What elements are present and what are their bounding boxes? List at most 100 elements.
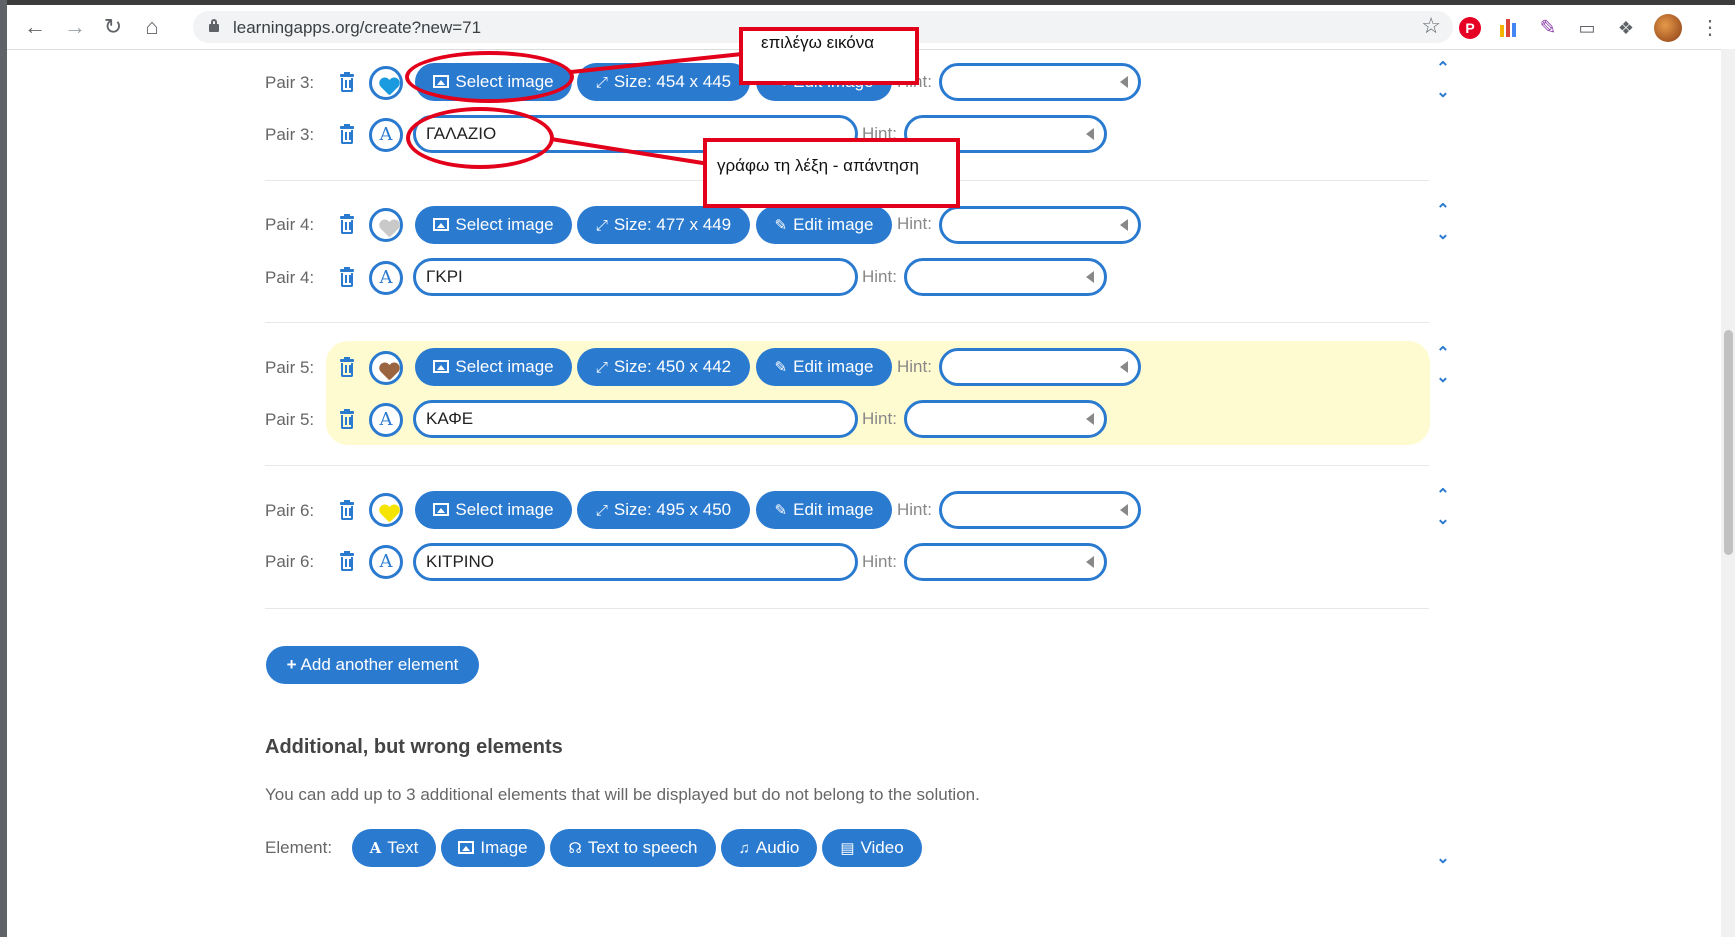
add-element-label: Add another element	[300, 655, 459, 674]
scrollbar-thumb[interactable]	[1724, 330, 1733, 555]
image-type-toggle[interactable]	[369, 208, 403, 242]
edit-image-button[interactable]: ✎ Edit image	[756, 206, 892, 244]
plus-icon: +	[286, 655, 297, 674]
annotation-write-word-note: γράφω τη λέξη - απάντηση	[703, 138, 960, 208]
headphones-icon: ☊	[568, 840, 582, 857]
select-image-button[interactable]: Select image	[415, 206, 572, 244]
screen: ← → ↻ ⌂ learningapps.org/create?new=71 ☆…	[0, 0, 1735, 937]
edit-image-label: Edit image	[793, 500, 874, 519]
image-type-toggle[interactable]	[369, 66, 403, 100]
image-type-toggle[interactable]	[369, 351, 403, 385]
heart-image-icon	[379, 220, 399, 236]
add-element-button[interactable]: + Add another element	[266, 646, 479, 684]
collapse-chevron-icon[interactable]: ⌄	[1433, 848, 1453, 868]
hint-label: Hint:	[897, 357, 932, 376]
text-a-icon: A	[379, 409, 393, 430]
move-up-chevron-icon[interactable]: ⌃	[1433, 58, 1453, 78]
speaker-icon[interactable]	[1120, 219, 1128, 231]
divider	[265, 322, 1429, 323]
hint-input[interactable]	[939, 206, 1141, 244]
url-text: learningapps.org/create?new=71	[233, 18, 482, 37]
element-audio-label: Audio	[755, 838, 800, 857]
pair-image-label: Pair 6:	[265, 501, 315, 520]
edit-image-label: Edit image	[793, 357, 874, 376]
hint-input[interactable]	[904, 400, 1107, 438]
speaker-icon[interactable]	[1086, 413, 1094, 425]
text-type-toggle[interactable]: A	[369, 545, 403, 579]
select-image-button[interactable]: Select image	[415, 491, 572, 529]
pen-extension-icon[interactable]: ✎	[1537, 17, 1559, 39]
move-down-chevron-icon[interactable]: ⌄	[1433, 224, 1453, 244]
extensions-puzzle-icon[interactable]: ❖	[1615, 17, 1637, 39]
element-video-button[interactable]: ▤ Video	[822, 829, 922, 867]
select-image-label: Select image	[455, 215, 554, 234]
trash-icon[interactable]	[338, 124, 356, 145]
trash-icon[interactable]	[338, 267, 356, 288]
move-up-chevron-icon[interactable]: ⌃	[1433, 343, 1453, 363]
hint-label: Hint:	[862, 267, 897, 286]
pair-text-input[interactable]: ΚΑΦΕ	[413, 400, 858, 438]
annotation-write-word-text: γράφω τη λέξη - απάντηση	[717, 156, 919, 175]
trash-icon[interactable]	[338, 72, 356, 93]
element-audio-button[interactable]: ♫ Audio	[721, 829, 817, 867]
speaker-icon[interactable]	[1120, 361, 1128, 373]
hint-input[interactable]	[904, 258, 1107, 296]
edit-image-button[interactable]: ✎ Edit image	[756, 491, 892, 529]
hint-input[interactable]	[939, 348, 1141, 386]
profile-avatar[interactable]	[1654, 14, 1682, 42]
reload-icon[interactable]: ↻	[99, 13, 127, 41]
image-type-toggle[interactable]	[369, 493, 403, 527]
trash-icon[interactable]	[338, 214, 356, 235]
speaker-icon[interactable]	[1120, 504, 1128, 516]
element-image-button[interactable]: Image	[441, 829, 545, 867]
element-tts-button[interactable]: ☊ Text to speech	[550, 829, 716, 867]
speaker-icon[interactable]	[1086, 556, 1094, 568]
edit-image-button[interactable]: ✎ Edit image	[756, 348, 892, 386]
lock-icon	[209, 19, 219, 32]
forward-arrow-icon[interactable]: →	[61, 13, 89, 41]
move-up-chevron-icon[interactable]: ⌃	[1433, 200, 1453, 220]
trash-icon[interactable]	[338, 500, 356, 521]
annotation-select-image-note: επιλέγω εικόνα	[739, 27, 919, 85]
heart-image-icon	[379, 505, 399, 521]
select-image-label: Select image	[455, 500, 554, 519]
move-up-chevron-icon[interactable]: ⌃	[1433, 485, 1453, 505]
select-image-button[interactable]: Select image	[415, 348, 572, 386]
pair-image-label: Pair 3:	[265, 73, 315, 92]
annotation-ellipse	[405, 51, 574, 103]
select-image-label: Select image	[455, 357, 554, 376]
trash-icon[interactable]	[338, 551, 356, 572]
hint-input[interactable]	[939, 63, 1141, 101]
chart-extension-icon[interactable]	[1498, 17, 1520, 39]
image-icon	[433, 360, 450, 373]
move-down-chevron-icon[interactable]: ⌄	[1433, 367, 1453, 387]
home-icon[interactable]: ⌂	[138, 13, 166, 41]
trash-icon[interactable]	[338, 357, 356, 378]
size-button[interactable]: ⤢ Size: 450 x 442	[577, 348, 750, 386]
speaker-icon[interactable]	[1086, 128, 1094, 140]
size-button[interactable]: ⤢ Size: 477 x 449	[577, 206, 750, 244]
hint-input[interactable]	[904, 543, 1107, 581]
text-type-toggle[interactable]: A	[369, 403, 403, 437]
speaker-icon[interactable]	[1120, 76, 1128, 88]
text-type-toggle[interactable]: A	[369, 118, 403, 152]
size-button[interactable]: ⤢ Size: 495 x 450	[577, 491, 750, 529]
hint-input[interactable]	[939, 491, 1141, 529]
move-down-chevron-icon[interactable]: ⌄	[1433, 509, 1453, 529]
cast-icon[interactable]: ▭	[1576, 17, 1598, 39]
browser-menu-icon[interactable]: ⋮	[1699, 17, 1721, 39]
pair-text-input[interactable]: ΚΙΤΡΙΝΟ	[413, 543, 858, 581]
element-text-button[interactable]: A Text	[352, 829, 436, 867]
bookmark-star-icon[interactable]: ☆	[1421, 13, 1441, 39]
hint-label: Hint:	[862, 552, 897, 571]
heart-image-icon	[379, 363, 399, 379]
text-type-toggle[interactable]: A	[369, 261, 403, 295]
speaker-icon[interactable]	[1086, 271, 1094, 283]
move-down-chevron-icon[interactable]: ⌄	[1433, 82, 1453, 102]
trash-icon[interactable]	[338, 409, 356, 430]
size-label: Size: 450 x 442	[613, 357, 732, 376]
pinterest-icon[interactable]: P	[1459, 17, 1481, 39]
back-arrow-icon[interactable]: ←	[21, 13, 49, 41]
hint-label: Hint:	[897, 500, 932, 519]
pair-text-input[interactable]: ΓΚΡΙ	[413, 258, 858, 296]
